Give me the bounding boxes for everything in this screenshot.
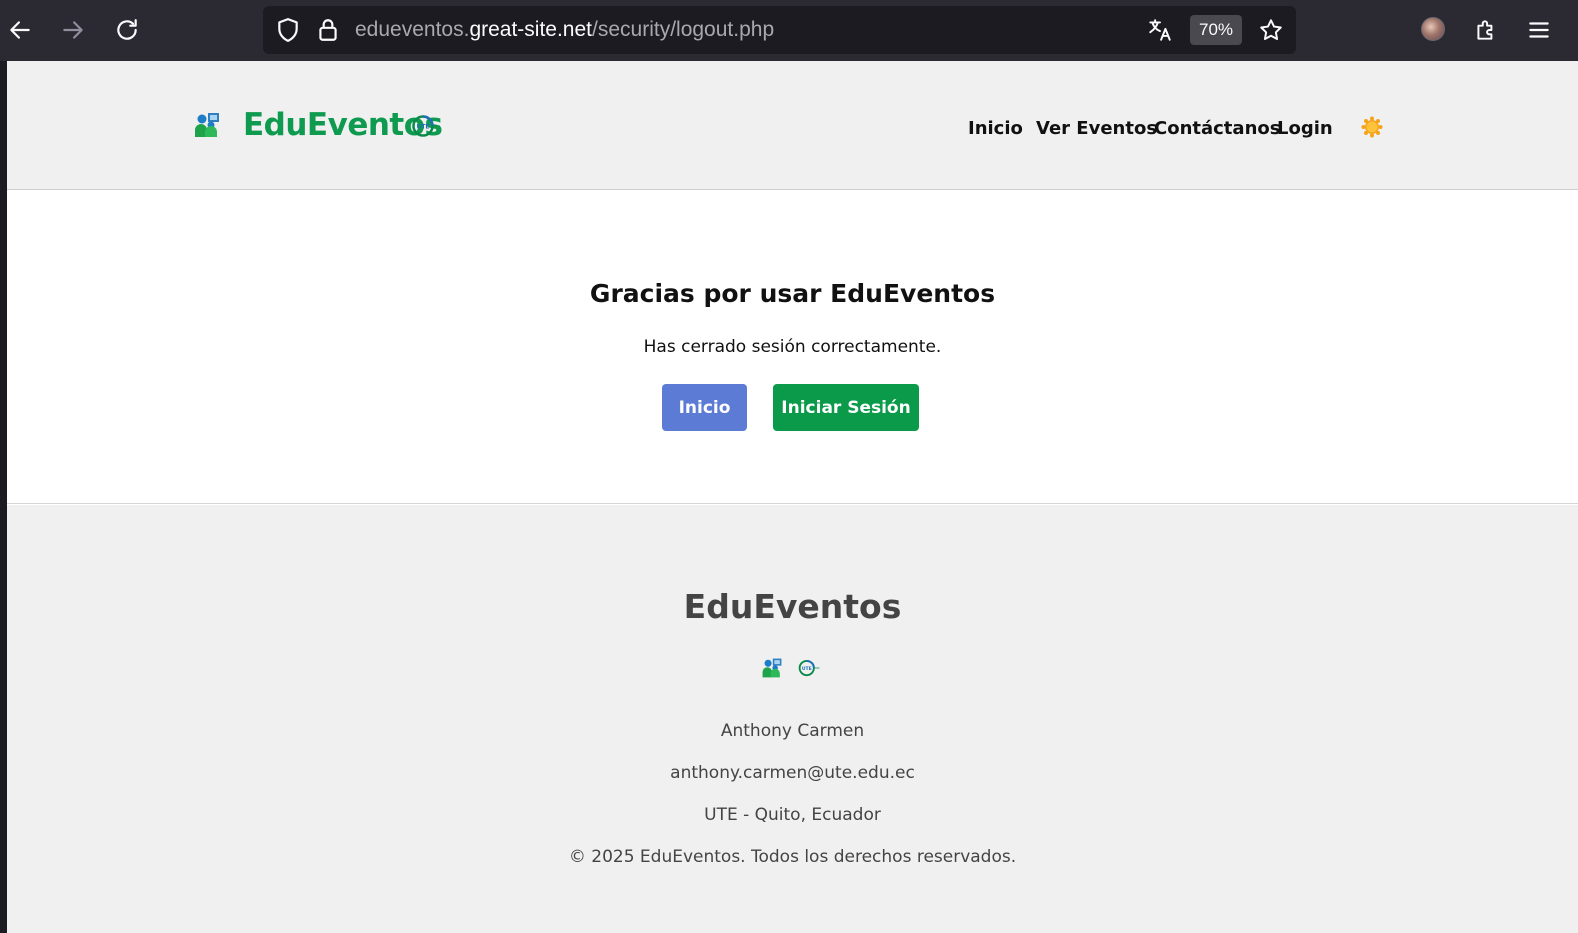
site-footer: EduEventos UTE Anthony Carmen anthony.ca…	[7, 505, 1578, 933]
inicio-button[interactable]: Inicio	[662, 384, 747, 431]
nav-login[interactable]: Login	[1277, 118, 1333, 139]
reload-button[interactable]	[107, 10, 147, 50]
url-text[interactable]: edueventos.great-site.net/security/logou…	[355, 18, 774, 42]
url-host: great-site.net	[469, 18, 593, 41]
zoom-level-button[interactable]: 70%	[1190, 15, 1242, 45]
extensions-icon	[1477, 20, 1493, 40]
logout-section: Gracias por usar EduEventos Has cerrado …	[7, 191, 1578, 504]
nav-ver-eventos[interactable]: Ver Eventos	[1036, 118, 1157, 139]
nav-inicio[interactable]: Inicio	[968, 118, 1023, 139]
reload-icon	[117, 19, 137, 40]
svg-text:UTE: UTE	[416, 124, 429, 131]
forward-button[interactable]	[53, 10, 93, 50]
svg-text:UTE: UTE	[802, 666, 812, 672]
ute-logo-icon: UTE	[412, 115, 440, 137]
site-header: EduEventos UTE Inicio Ver Eventos Contác…	[7, 61, 1578, 190]
url-path: /security/logout.php	[592, 18, 775, 41]
page-viewport: EduEventos UTE Inicio Ver Eventos Contác…	[7, 61, 1578, 933]
url-prefix: edueventos.	[355, 18, 470, 41]
menu-icon	[1529, 22, 1549, 38]
footer-copyright: © 2025 EduEventos. Todos los derechos re…	[568, 847, 1017, 867]
footer-location: UTE - Quito, Ecuador	[704, 805, 881, 825]
browser-toolbar: edueventos.great-site.net/security/logou…	[0, 0, 1578, 61]
forward-icon	[63, 21, 83, 39]
people-logo-icon	[195, 113, 219, 137]
back-icon	[10, 21, 30, 39]
account-avatar[interactable]	[1421, 17, 1445, 41]
translate-icon[interactable]	[1147, 17, 1173, 43]
login-button[interactable]: Iniciar Sesión	[773, 384, 919, 431]
logout-message: Has cerrado sesión correctamente.	[643, 337, 942, 357]
shield-icon[interactable]	[275, 17, 301, 43]
page-title: Gracias por usar EduEventos	[589, 279, 996, 308]
back-button[interactable]	[0, 10, 40, 50]
footer-email[interactable]: anthony.carmen@ute.edu.ec	[7, 763, 1578, 783]
people-logo-icon	[762, 658, 782, 678]
url-bar[interactable]: edueventos.great-site.net/security/logou…	[263, 6, 1296, 54]
ute-logo-icon: UTE	[798, 659, 820, 677]
footer-author: Anthony Carmen	[720, 721, 865, 741]
star-icon[interactable]	[1258, 17, 1284, 43]
menu-button[interactable]	[1519, 10, 1559, 50]
lock-icon[interactable]	[315, 17, 341, 43]
nav-contactanos[interactable]: Contáctanos	[1154, 118, 1280, 139]
extensions-button[interactable]	[1466, 10, 1506, 50]
footer-title: EduEventos	[683, 587, 902, 626]
sun-icon[interactable]	[1361, 116, 1383, 138]
